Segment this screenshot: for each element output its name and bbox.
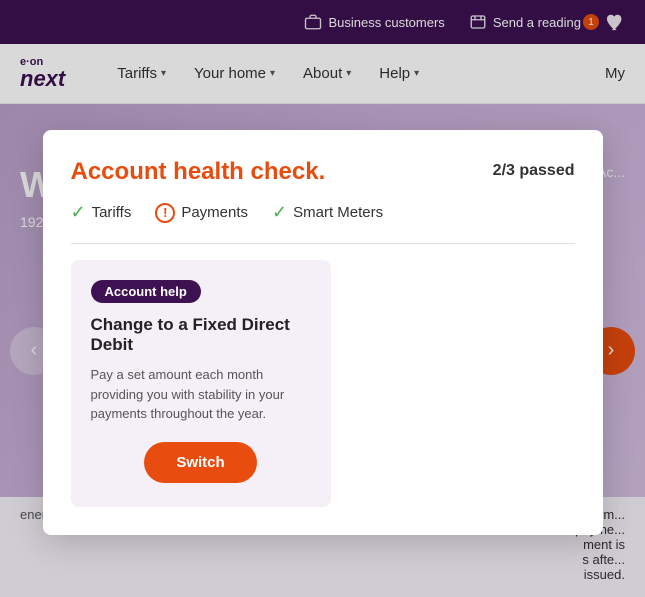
health-check-modal: Account health check. 2/3 passed ✓ Tarif… bbox=[43, 130, 603, 535]
check-payments: ! Payments bbox=[155, 203, 248, 223]
check-items-row: ✓ Tariffs ! Payments ✓ Smart Meters bbox=[71, 202, 575, 223]
switch-button[interactable]: Switch bbox=[144, 442, 256, 483]
tariffs-check-label: Tariffs bbox=[92, 204, 132, 221]
modal-passed-count: 2/3 passed bbox=[493, 162, 575, 180]
check-smart-meters: ✓ Smart Meters bbox=[272, 202, 383, 223]
account-help-badge: Account help bbox=[91, 280, 201, 303]
rec-description: Pay a set amount each month providing yo… bbox=[91, 365, 311, 424]
smart-meters-check-label: Smart Meters bbox=[293, 204, 383, 221]
divider bbox=[71, 243, 575, 244]
payments-warning-icon: ! bbox=[155, 203, 175, 223]
tariffs-check-icon: ✓ bbox=[71, 202, 86, 223]
modal-header: Account health check. 2/3 passed bbox=[71, 158, 575, 186]
modal-title: Account health check. bbox=[71, 158, 326, 186]
recommendation-card: Account help Change to a Fixed Direct De… bbox=[71, 260, 331, 507]
payments-check-label: Payments bbox=[181, 204, 248, 221]
check-tariffs: ✓ Tariffs bbox=[71, 202, 132, 223]
smart-meters-check-icon: ✓ bbox=[272, 202, 287, 223]
modal-overlay: Account health check. 2/3 passed ✓ Tarif… bbox=[0, 0, 645, 597]
rec-title: Change to a Fixed Direct Debit bbox=[91, 315, 311, 355]
